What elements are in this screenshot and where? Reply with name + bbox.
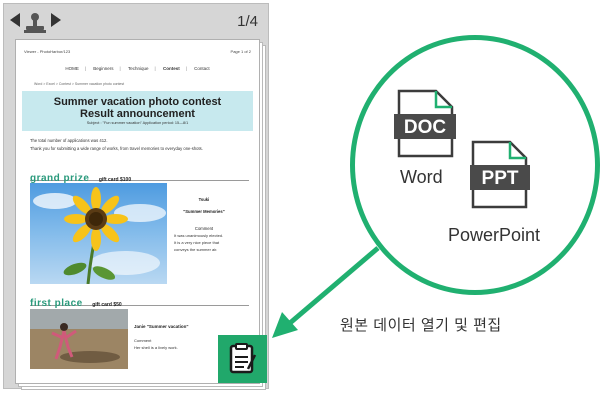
ppt-badge: PPT	[482, 168, 519, 189]
doc-file-icon: DOC	[394, 89, 456, 158]
word-label: Word	[400, 167, 443, 187]
powerpoint-label: PowerPoint	[448, 225, 541, 245]
ppt-file-icon: PPT	[470, 140, 530, 209]
callout-caption: 원본 데이터 열기 및 편집	[340, 317, 502, 334]
doc-badge: DOC	[404, 117, 447, 138]
